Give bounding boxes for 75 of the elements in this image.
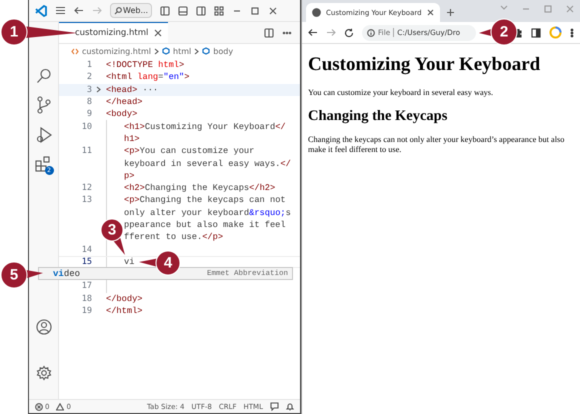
panel-layout-icon[interactable] (178, 6, 188, 16)
line-number: 9 (86, 109, 92, 120)
page-paragraph: You can customize your keyboard in several easy ways. (308, 88, 494, 98)
reload-icon[interactable] (344, 28, 354, 38)
line-number: 11 (80, 146, 92, 156)
line-number: 3 (86, 84, 92, 95)
split-layout-icon[interactable] (196, 6, 206, 16)
code-line: <html lang="en"> (105, 71, 190, 84)
page-heading: Customizing Your Keyboard (308, 54, 542, 76)
code-line: <p>You can customize your (106, 145, 254, 158)
branch-icon[interactable] (36, 96, 52, 114)
editor-tab[interactable]: customizing.html (59, 22, 168, 43)
page-subheading: Changing the Keycaps (308, 108, 448, 125)
menu-icon[interactable] (55, 6, 66, 15)
code-line: <head> ··· (105, 84, 158, 96)
line-number: 2 (86, 72, 92, 82)
error-icon (35, 402, 43, 410)
line-number: 10 (80, 122, 92, 132)
sidebar-layout-icon[interactable] (160, 6, 170, 16)
close-icon[interactable] (268, 6, 278, 16)
line-number: 14 (80, 244, 92, 255)
code-line: <h2>Changing the Keycaps</h2> (106, 182, 276, 194)
search-icon[interactable] (36, 68, 52, 84)
close-icon[interactable] (427, 9, 434, 16)
code-line: keyboard in several easy ways.</ (106, 157, 291, 170)
app-logo-icon (35, 4, 47, 16)
maximize-icon[interactable] (250, 6, 260, 16)
search-text: Web... (123, 6, 148, 15)
settings-icon[interactable] (36, 365, 52, 381)
chevron-icon (154, 48, 160, 54)
info-icon (367, 28, 375, 36)
code-line: </html> (105, 305, 142, 318)
grid-layout-icon[interactable] (214, 6, 224, 16)
feedback-icon[interactable] (270, 402, 279, 411)
split-editor-icon[interactable] (264, 28, 274, 38)
run-debug-icon[interactable] (36, 126, 52, 144)
element-icon (162, 47, 170, 55)
code-line: <h1>Customizing Your Keyboard</ (106, 120, 286, 133)
line-number: 17 (80, 281, 92, 292)
chevron-icon (194, 48, 200, 54)
chevron-icon[interactable] (96, 86, 100, 94)
line-number: 19 (80, 306, 92, 316)
search-field[interactable]: Web... (110, 3, 152, 18)
search-icon (114, 6, 122, 14)
profile-avatar[interactable] (549, 26, 562, 39)
code-line: <p>Changing the keycaps can not (106, 194, 286, 207)
more-icon[interactable] (570, 28, 574, 38)
breadcrumb-item[interactable]: body (213, 46, 234, 56)
line-number: 13 (80, 195, 92, 206)
line-number: 8 (86, 97, 92, 108)
code-line: </body> (105, 292, 142, 305)
account-icon[interactable] (36, 319, 52, 335)
new-tab-icon[interactable] (446, 8, 455, 16)
code-line: p> (106, 170, 134, 182)
code-line: <body> (105, 108, 138, 120)
suggestion-label: video (52, 268, 80, 278)
breadcrumb-item[interactable]: customizing.html (82, 46, 152, 56)
line-number: 15 (80, 256, 92, 267)
tab-label: customizing.html (75, 28, 148, 38)
line-number: 1 (86, 60, 92, 70)
back-icon[interactable] (308, 28, 318, 37)
side-panel-icon[interactable] (531, 28, 541, 38)
line-number: 12 (80, 183, 92, 194)
bell-icon[interactable] (286, 402, 294, 411)
warning-icon (56, 402, 64, 410)
element-icon (202, 47, 210, 55)
code-line: h1> (106, 132, 140, 146)
line-number: 18 (80, 294, 92, 304)
code-line: </head> (105, 96, 142, 108)
breadcrumb-item[interactable]: html (173, 46, 192, 56)
code-icon (71, 48, 79, 54)
back-icon[interactable] (74, 6, 84, 15)
code-line: <!DOCTYPE html> (105, 59, 184, 72)
close-icon[interactable] (154, 29, 162, 37)
page-paragraph: Changing the keycaps can not only alter your keyboard’s appearance but also make it feel different to use. (308, 134, 566, 155)
